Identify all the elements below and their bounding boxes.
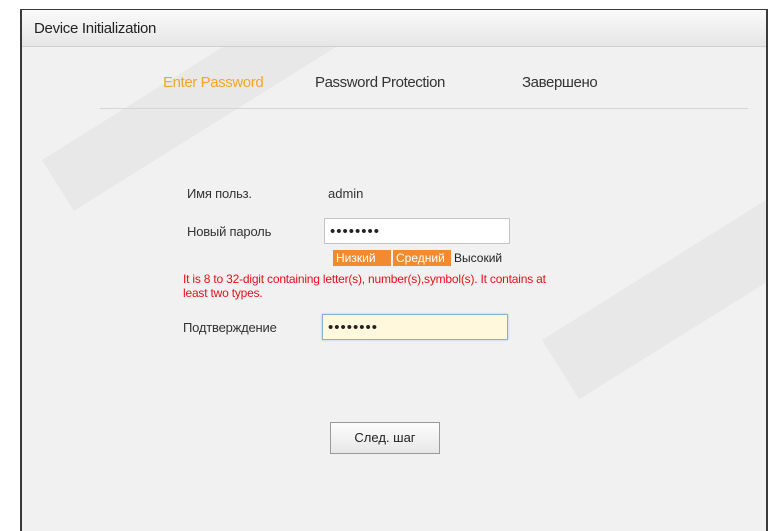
new-password-label: Новый пароль xyxy=(187,224,272,239)
confirm-password-label: Подтверждение xyxy=(183,320,277,335)
next-step-button[interactable]: След. шаг xyxy=(330,422,440,454)
watermark-stripe xyxy=(542,181,766,400)
steps-divider xyxy=(100,108,748,109)
username-label: Имя польз. xyxy=(187,186,252,201)
dialog-title: Device Initialization xyxy=(34,20,157,37)
confirm-password-field[interactable]: •••••••• xyxy=(322,314,508,340)
dialog-titlebar: Device Initialization xyxy=(22,10,766,47)
wizard-steps: Enter Password Password Protection Завер… xyxy=(22,74,766,98)
password-rule-warning: It is 8 to 32-digit containing letter(s)… xyxy=(183,272,546,300)
strength-high: Высокий xyxy=(454,251,503,265)
new-password-field[interactable]: •••••••• xyxy=(324,218,510,244)
step-password-protection: Password Protection xyxy=(315,74,445,91)
step-enter-password: Enter Password xyxy=(163,74,264,91)
strength-low: Низкий xyxy=(333,250,391,266)
username-value: admin xyxy=(328,186,364,201)
strength-medium: Средний xyxy=(393,250,451,266)
step-finished: Завершено xyxy=(522,74,598,91)
